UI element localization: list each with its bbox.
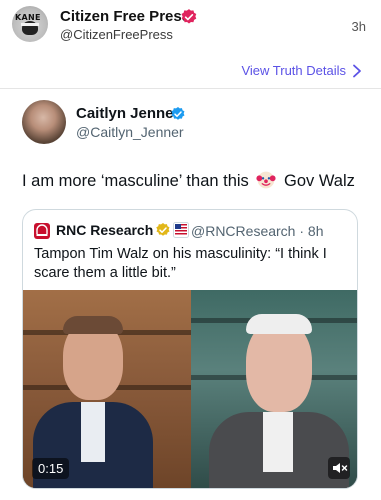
shirt-collar-shape: [81, 402, 105, 462]
tweet-author-handle[interactable]: @Caitlyn_Jenner: [76, 124, 184, 140]
hair-shape: [63, 316, 123, 334]
caitlyn-jenner-avatar[interactable]: [22, 100, 66, 144]
repost-author-handle[interactable]: @CitizenFreePress: [60, 27, 173, 42]
tweet-text-part: I am more ‘masculine’ than this: [22, 172, 249, 190]
quoted-tweet-text: Tampon Tim Walz on his masculinity: “I t…: [34, 246, 327, 281]
avatar-band-shape: [21, 23, 39, 26]
video-player[interactable]: 0:15: [23, 290, 357, 488]
video-duration: 0:15: [32, 458, 70, 479]
citizen-free-press-avatar[interactable]: KANE: [12, 6, 48, 42]
shirt-collar-shape: [263, 412, 293, 472]
affiliate-badge-icon: [173, 222, 189, 238]
chevron-right-icon[interactable]: [351, 64, 363, 78]
gold-verified-badge-icon: [156, 223, 170, 236]
tweet-text: I am more ‘masculine’ than this Gov Walz: [22, 170, 355, 191]
mute-button[interactable]: [328, 457, 350, 479]
tweet-text-part: Gov Walz: [284, 172, 355, 190]
repost-author-name[interactable]: Citizen Free Press: [60, 8, 190, 25]
verified-badge-icon: [171, 107, 185, 120]
view-truth-details-link[interactable]: View Truth Details: [241, 63, 346, 78]
quoted-author-name[interactable]: RNC Research: [56, 222, 153, 238]
verified-badge-icon: [181, 9, 197, 24]
speaker-muted-icon: [333, 463, 348, 473]
clown-face-icon: [256, 171, 276, 189]
quoted-tweet-card[interactable]: RNC Research @RNCResearch · 8h Tampon Ti…: [22, 209, 358, 489]
hair-shape: [246, 314, 312, 334]
rnc-logo-icon: [34, 223, 50, 239]
divider: [0, 88, 381, 89]
tweet-author-name[interactable]: Caitlyn Jenner: [76, 105, 179, 122]
quoted-author-handle-time[interactable]: @RNCResearch · 8h: [191, 223, 323, 239]
post-timestamp: 3h: [351, 19, 366, 34]
